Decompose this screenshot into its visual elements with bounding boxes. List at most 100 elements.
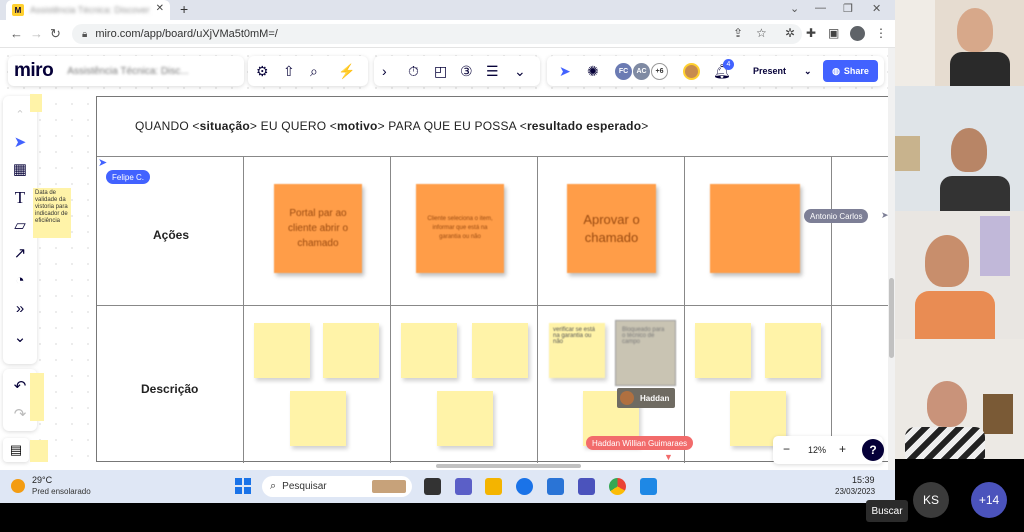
weather-temperature[interactable]: 29°C (32, 475, 52, 485)
lock-icon: 🔒︎ (82, 28, 88, 40)
sticky-note-orange[interactable]: Aprovar o chamado (567, 184, 656, 273)
row-label-actions: Ações (153, 228, 190, 242)
notepad-icon[interactable] (640, 478, 657, 495)
reactions-icon[interactable]: ✺ (587, 63, 599, 80)
card-icon[interactable]: ◰ (434, 63, 447, 80)
file-explorer-icon[interactable] (485, 478, 502, 495)
chevron-down-icon[interactable]: ⌄ (790, 2, 799, 15)
sticky-note-yellow[interactable] (695, 323, 751, 378)
video-tile-3[interactable] (895, 211, 1024, 339)
sticky-note-orange[interactable]: Portal par ao cliente abrir o chamado (274, 184, 362, 273)
select-tool-icon[interactable]: ➤ (3, 133, 37, 151)
expand-down-icon[interactable]: ⌄ (3, 328, 37, 346)
more-tools-icon[interactable]: ⌄ (514, 63, 526, 80)
sticky-note-yellow[interactable] (765, 323, 821, 378)
puzzle-icon[interactable]: ✚ (806, 26, 816, 40)
browser-tab[interactable]: M Assistência Técnica: Discovery, O... ✕ (6, 0, 170, 20)
more-participants-button[interactable]: +14 (971, 482, 1007, 518)
notes-icon[interactable]: ☰ (486, 63, 499, 80)
forward-icon[interactable]: → (30, 26, 43, 41)
sticky-note-yellow[interactable] (323, 323, 379, 378)
avatar-fc[interactable]: FC (615, 63, 632, 80)
cursor-follow-icon[interactable]: ➤ (559, 63, 571, 80)
video-tile-2[interactable] (895, 86, 1024, 211)
url-field[interactable]: 🔒︎ miro.com/app/board/uXjVMa5t0mM=/ (72, 24, 802, 44)
clock-date[interactable]: 23/03/2023 (835, 487, 875, 496)
chevron-right-icon[interactable]: › (382, 63, 387, 79)
video-tile-4[interactable] (895, 339, 1024, 459)
minimize-icon[interactable]: — (815, 2, 826, 14)
sticky-note-yellow[interactable]: verificar se está na garantia ou não (549, 323, 605, 378)
sticky-note-icon[interactable]: ▱ (3, 216, 37, 234)
video-tile-1[interactable] (895, 0, 1024, 86)
sticky-note-yellow[interactable] (290, 391, 346, 446)
current-user-avatar[interactable] (683, 63, 700, 80)
task-view-icon[interactable] (424, 478, 441, 495)
plugin-icon[interactable]: ⚡ (338, 63, 355, 80)
reload-icon[interactable]: ↻ (50, 26, 61, 42)
restore-icon[interactable]: ❐ (843, 2, 853, 15)
side-sticky-note[interactable] (30, 373, 44, 421)
horizontal-scrollbar[interactable] (436, 464, 581, 468)
edge-icon[interactable] (516, 478, 533, 495)
side-panel-icon[interactable]: ▣ (828, 26, 839, 40)
more-apps-icon[interactable]: » (3, 300, 37, 317)
back-icon[interactable]: ← (10, 26, 23, 41)
templates-icon[interactable]: ▦ (3, 160, 37, 178)
share-button[interactable]: ◍ Share (823, 60, 878, 82)
zoom-in-icon[interactable]: + (839, 442, 846, 456)
participant-face (957, 8, 993, 52)
side-sticky-note[interactable] (30, 440, 48, 462)
new-tab-button[interactable]: + (180, 1, 188, 17)
zoom-level[interactable]: 12% (808, 445, 826, 455)
sticky-note-yellow[interactable] (401, 323, 457, 378)
sticky-note-selected[interactable]: Bloqueado para o técnico de campo (615, 320, 676, 386)
sticky-note-yellow[interactable] (472, 323, 528, 378)
windows-start-icon[interactable] (235, 478, 251, 494)
self-avatar[interactable]: KS (913, 482, 949, 518)
miro-logo[interactable]: miro (14, 60, 54, 82)
side-sticky-note[interactable]: Data de validade da vistoria para indica… (33, 188, 71, 238)
settings-gear-icon[interactable]: ⚙ (256, 63, 269, 80)
taskbar-search[interactable]: ⌕ Pesquisar (262, 476, 412, 497)
frames-panel-icon[interactable]: ▤ (3, 438, 29, 462)
voting-icon[interactable]: ③ (460, 63, 473, 80)
weather-description[interactable]: Pred ensolarado (32, 487, 91, 496)
present-button[interactable]: Present ⌄ (743, 60, 813, 82)
security-icon[interactable] (547, 478, 564, 495)
text-tool-icon[interactable]: T (3, 188, 37, 208)
share-page-icon[interactable]: ⇪ (733, 26, 743, 40)
extension-icon[interactable]: ✲ (785, 26, 795, 40)
timer-icon[interactable]: ⏱ (408, 63, 419, 80)
board-name[interactable]: Assistência Técnica: Disc... (67, 66, 189, 77)
vertical-scrollbar[interactable] (888, 48, 895, 470)
browser-menu-icon[interactable]: ⋮ (875, 26, 887, 40)
statement-motive: motivo (337, 119, 378, 133)
upload-icon[interactable]: ⇧ (283, 63, 295, 80)
more-collaborators-badge[interactable]: +6 (651, 63, 668, 80)
avatar-ac[interactable]: AC (633, 63, 650, 80)
side-sticky-note[interactable] (30, 94, 42, 112)
chevron-down-icon[interactable]: ⌄ (804, 66, 812, 77)
teams-work-icon[interactable] (578, 478, 595, 495)
user-story-frame[interactable]: QUANDO <situação> EU QUERO <motivo> PARA… (96, 96, 895, 463)
sticky-note-yellow[interactable] (437, 391, 493, 446)
shapes-icon[interactable]: ◔ (3, 272, 37, 289)
connection-line-icon[interactable]: ↗ (3, 244, 37, 262)
bookmark-star-icon[interactable]: ☆ (756, 26, 767, 40)
zoom-out-icon[interactable]: − (783, 442, 790, 456)
divider (684, 156, 685, 463)
sticky-note-orange[interactable]: Cliente seleciona o item, informar que e… (416, 184, 504, 273)
chrome-icon[interactable] (609, 478, 626, 495)
close-window-icon[interactable]: ✕ (872, 2, 881, 15)
close-tab-icon[interactable]: ✕ (156, 3, 164, 14)
weather-sun-icon[interactable] (11, 479, 25, 493)
search-icon[interactable]: ⌕ (310, 63, 318, 80)
sticky-note-orange[interactable] (710, 184, 800, 273)
clock-time[interactable]: 15:39 (852, 475, 875, 485)
teams-icon[interactable] (455, 478, 472, 495)
help-button[interactable]: ? (862, 439, 884, 461)
profile-avatar[interactable] (850, 26, 865, 41)
sticky-note-yellow[interactable] (254, 323, 310, 378)
address-bar: ← → ↻ 🔒︎ miro.com/app/board/uXjVMa5t0mM=… (0, 20, 895, 48)
